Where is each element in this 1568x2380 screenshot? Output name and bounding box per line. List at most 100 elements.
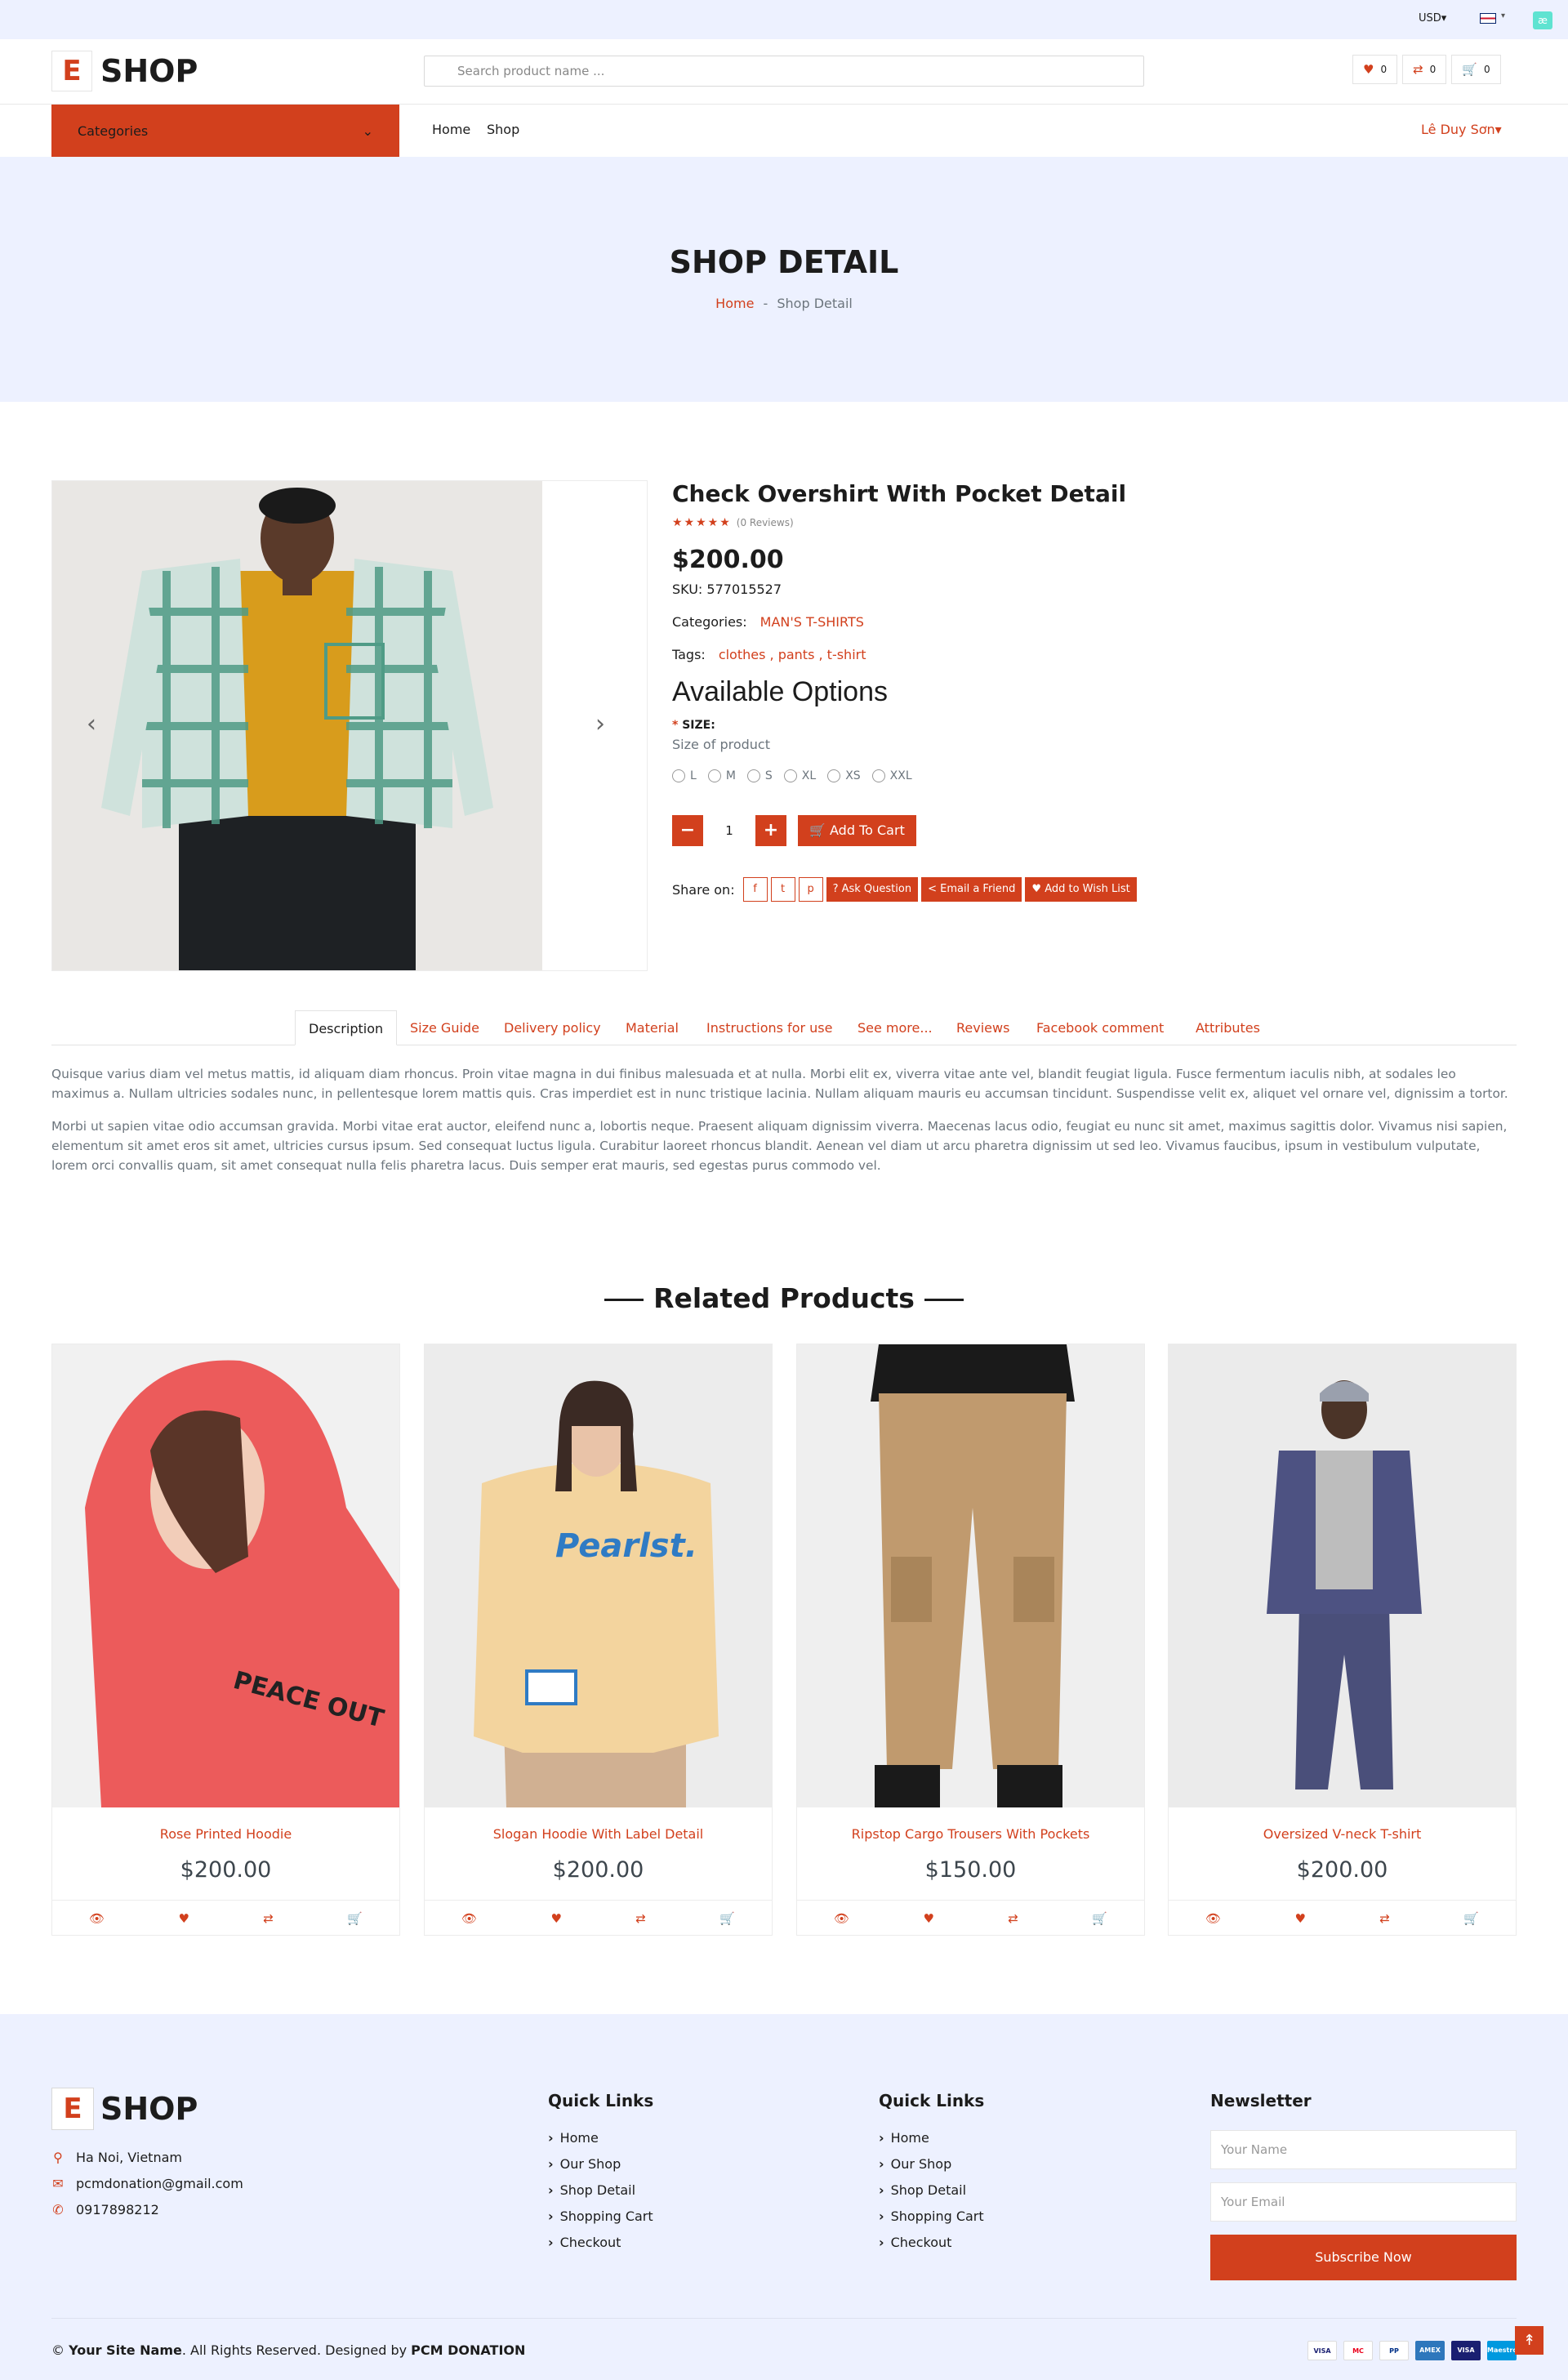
cart-button[interactable]: 🛒 0 <box>1451 55 1501 84</box>
newsletter-name-field[interactable]: Your Name <box>1210 2130 1517 2169</box>
size-option[interactable]: L <box>672 769 697 782</box>
radio-icon[interactable] <box>746 769 760 782</box>
product-card[interactable]: Oversized V-neck T-shirt $200.00 👁 ♥ ⇄ 🛒 <box>1168 1344 1517 1936</box>
cart-icon[interactable]: 🛒 <box>347 1911 363 1926</box>
user-menu[interactable]: Lê Duy Sơn▾ <box>1421 122 1502 137</box>
product-card-price: $200.00 <box>552 1857 644 1883</box>
heart-icon[interactable]: ♥ <box>1294 1911 1305 1926</box>
product-card-name[interactable]: Oversized V-neck T-shirt <box>1169 1826 1516 1842</box>
plus-button[interactable]: + <box>755 815 786 846</box>
product-card[interactable]: PEACE OUT Rose Printed Hoodie $200.00 👁 ♥… <box>51 1344 400 1936</box>
search-input[interactable]: Search product name ... <box>424 56 1144 87</box>
compare-icon[interactable]: ⇄ <box>635 1911 646 1926</box>
cart-icon[interactable]: 🛒 <box>1092 1911 1107 1926</box>
pinterest-icon[interactable]: p <box>798 877 823 902</box>
size-option[interactable]: XS <box>827 769 861 782</box>
facebook-icon[interactable]: f <box>742 877 768 902</box>
eye-icon[interactable]: 👁 <box>89 1911 105 1926</box>
heart-icon[interactable]: ♥ <box>923 1911 933 1926</box>
radio-icon[interactable] <box>783 769 797 782</box>
footer-link-shop-detail[interactable]: › Shop Detail <box>879 2182 966 2198</box>
tag-links[interactable]: clothes , pants , t-shirt <box>719 647 866 662</box>
next-image-button[interactable]: › <box>595 710 605 738</box>
size-option[interactable]: S <box>746 769 773 782</box>
eye-icon[interactable]: 👁 <box>1205 1911 1221 1926</box>
tab-facebook-comment[interactable]: Facebook comment <box>1036 1010 1164 1045</box>
footer-link-shop-detail[interactable]: › Shop Detail <box>548 2182 635 2198</box>
twitter-icon[interactable]: t <box>770 877 795 902</box>
add-to-cart-button[interactable]: 🛒 Add To Cart <box>798 815 916 846</box>
radio-icon[interactable] <box>707 769 721 782</box>
eye-icon[interactable]: 👁 <box>834 1911 849 1926</box>
footer-logo[interactable]: E SHOP <box>51 2088 198 2130</box>
heart-icon[interactable]: ♥ <box>550 1911 561 1926</box>
uk-flag-icon[interactable] <box>1480 13 1496 24</box>
currency-dropdown[interactable]: USD▾ <box>1419 12 1446 25</box>
footer-link-home[interactable]: › Home <box>879 2130 929 2146</box>
cart-icon[interactable]: 🛒 <box>1463 1911 1479 1926</box>
ask-question-button[interactable]: ? Ask Question <box>826 877 919 902</box>
extension-icon[interactable]: æ <box>1533 11 1552 29</box>
back-to-top-icon[interactable]: ↟ <box>1515 2326 1544 2355</box>
product-card-image[interactable] <box>1169 1344 1516 1807</box>
breadcrumb-home[interactable]: Home <box>715 296 754 311</box>
designer-name[interactable]: PCM DONATION <box>411 2342 525 2358</box>
quantity-input[interactable]: 1 <box>703 823 755 838</box>
product-card-name[interactable]: Slogan Hoodie With Label Detail <box>425 1826 772 1842</box>
wish-list-button[interactable]: ♥ Add to Wish List <box>1025 877 1137 902</box>
footer-link-home[interactable]: › Home <box>548 2130 599 2146</box>
subscribe-button[interactable]: Subscribe Now <box>1210 2235 1517 2280</box>
footer-link-our-shop[interactable]: › Our Shop <box>879 2156 951 2172</box>
cart-icon[interactable]: 🛒 <box>719 1911 735 1926</box>
radio-icon[interactable] <box>827 769 841 782</box>
radio-icon[interactable] <box>871 769 885 782</box>
footer-link-label: Shop Detail <box>559 2182 636 2198</box>
tab-see-more[interactable]: See more... <box>858 1010 933 1045</box>
tab-size-guide[interactable]: Size Guide <box>410 1010 479 1045</box>
tab-reviews[interactable]: Reviews <box>956 1010 1009 1045</box>
nav-home[interactable]: Home <box>432 122 470 137</box>
footer-link-shopping-cart[interactable]: › Shopping Cart <box>879 2208 984 2224</box>
compare-icon[interactable]: ⇄ <box>1379 1911 1390 1926</box>
wishlist-button[interactable]: ♥ 0 <box>1352 55 1398 84</box>
radio-icon[interactable] <box>672 769 685 782</box>
product-card[interactable]: Pearlst. Slogan Hoodie With Label Detail… <box>424 1344 773 1936</box>
email-friend-button[interactable]: < Email a Friend <box>921 877 1022 902</box>
size-option[interactable]: XL <box>783 769 816 782</box>
category-link[interactable]: MAN'S T-SHIRTS <box>760 614 864 630</box>
tab-description[interactable]: Description <box>295 1010 398 1045</box>
heart-icon[interactable]: ♥ <box>178 1911 189 1926</box>
tab-attributes[interactable]: Attributes <box>1196 1010 1260 1045</box>
caret-down-icon[interactable]: ▾ <box>1501 11 1505 20</box>
product-card-name[interactable]: Ripstop Cargo Trousers With Pockets <box>797 1826 1144 1842</box>
compare-button[interactable]: ⇄ 0 <box>1402 55 1447 84</box>
newsletter-email-field[interactable]: Your Email <box>1210 2182 1517 2222</box>
header: E SHOP Search product name ... ♥ 0 ⇄ 0 🛒 0 <box>0 39 1568 105</box>
product-card-name[interactable]: Rose Printed Hoodie <box>52 1826 399 1842</box>
footer-divider <box>51 2318 1517 2319</box>
tab-material[interactable]: Material <box>626 1010 679 1045</box>
tab-instructions[interactable]: Instructions for use <box>706 1010 832 1045</box>
compare-icon[interactable]: ⇄ <box>1008 1911 1018 1926</box>
size-options: L M S XL XS XXL <box>672 769 912 782</box>
product-card-image[interactable]: Pearlst. <box>425 1344 772 1807</box>
footer-link-checkout[interactable]: › Checkout <box>548 2235 621 2250</box>
compare-icon[interactable]: ⇄ <box>263 1911 274 1926</box>
site-name[interactable]: Your Site Name <box>69 2342 182 2358</box>
review-count[interactable]: (0 Reviews) <box>737 517 794 528</box>
site-logo[interactable]: E SHOP <box>51 51 198 91</box>
minus-button[interactable]: − <box>672 815 703 846</box>
product-card-image[interactable] <box>797 1344 1144 1807</box>
footer-link-our-shop[interactable]: › Our Shop <box>548 2156 621 2172</box>
footer-link-checkout[interactable]: › Checkout <box>879 2235 951 2250</box>
eye-icon[interactable]: 👁 <box>461 1911 477 1926</box>
categories-dropdown[interactable]: Categories ⌄ <box>51 105 399 157</box>
product-card-image[interactable]: PEACE OUT <box>52 1344 399 1807</box>
tab-delivery-policy[interactable]: Delivery policy <box>504 1010 601 1045</box>
product-card[interactable]: Ripstop Cargo Trousers With Pockets $150… <box>796 1344 1145 1936</box>
prev-image-button[interactable]: ‹ <box>87 710 96 738</box>
size-option[interactable]: M <box>707 769 736 782</box>
size-option[interactable]: XXL <box>871 769 912 782</box>
nav-shop[interactable]: Shop <box>487 122 519 137</box>
footer-link-shopping-cart[interactable]: › Shopping Cart <box>548 2208 653 2224</box>
